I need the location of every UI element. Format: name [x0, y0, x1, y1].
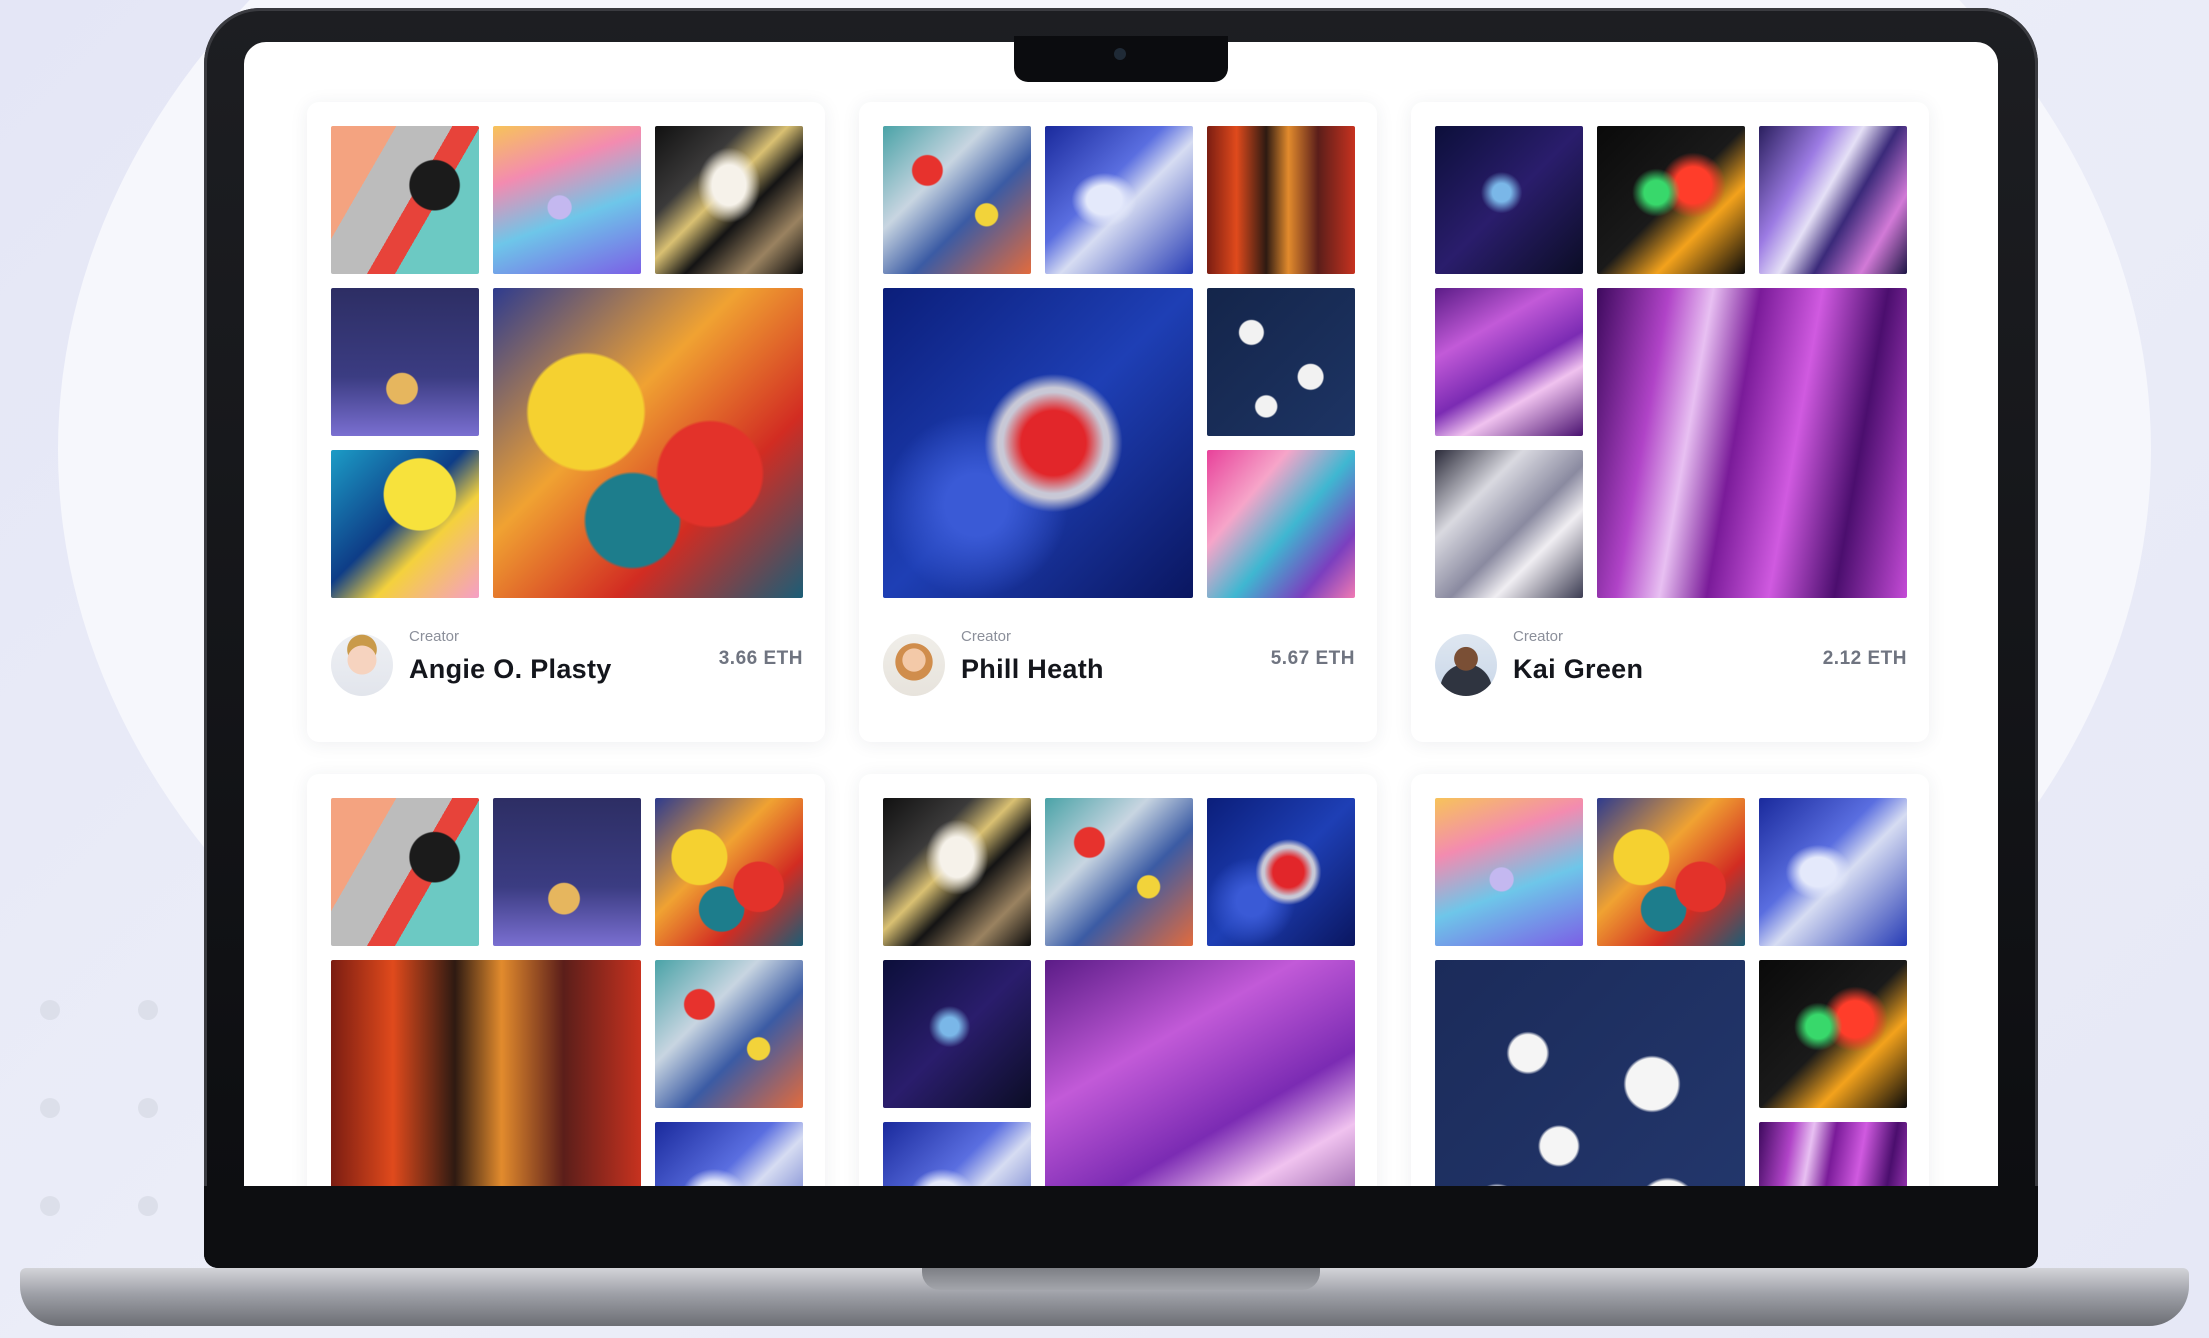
artwork-thumbnail[interactable] — [1597, 126, 1745, 274]
price: 3.66 ETH — [718, 648, 803, 669]
artwork-thumbnail[interactable] — [883, 126, 1031, 274]
artwork-thumbnail[interactable] — [1759, 798, 1907, 946]
creator-name[interactable]: Phill Heath — [961, 654, 1104, 685]
collection-card-kai[interactable]: Creator Kai Green 2.12 ETH — [1411, 102, 1929, 742]
artwork-thumbnail[interactable] — [883, 798, 1031, 946]
artwork-thumbnail[interactable] — [493, 126, 641, 274]
collection-card[interactable] — [307, 774, 825, 1186]
artwork-thumbnail[interactable] — [1207, 126, 1355, 274]
creator-row: Creator Phill Heath 5.67 ETH — [883, 626, 1355, 696]
artwork-featured[interactable] — [1597, 288, 1907, 598]
collection-card-phill[interactable]: Creator Phill Heath 5.67 ETH — [859, 102, 1377, 742]
artwork-mosaic — [883, 798, 1355, 1186]
artwork-thumbnail[interactable] — [1597, 798, 1745, 946]
creator-label: Creator — [409, 628, 460, 645]
creator-label: Creator — [961, 628, 1012, 645]
screen-bottom-bezel — [204, 1186, 2038, 1268]
artwork-thumbnail[interactable] — [331, 798, 479, 946]
collection-card-angie[interactable]: Creator Angie O. Plasty 3.66 ETH — [307, 102, 825, 742]
creator-label: Creator — [1513, 628, 1564, 645]
artwork-thumbnail[interactable] — [1045, 798, 1193, 946]
artwork-thumbnail[interactable] — [1435, 450, 1583, 598]
artwork-mosaic — [1435, 798, 1907, 1186]
artwork-featured[interactable] — [331, 960, 641, 1186]
artwork-thumbnail[interactable] — [1759, 126, 1907, 274]
artwork-thumbnail[interactable] — [331, 450, 479, 598]
artwork-thumbnail[interactable] — [331, 288, 479, 436]
artwork-thumbnail[interactable] — [1045, 126, 1193, 274]
creator-row: Creator Kai Green 2.12 ETH — [1435, 626, 1907, 696]
laptop-screen: Creator Angie O. Plasty 3.66 ETH Creator… — [244, 42, 1998, 1186]
artwork-thumbnail[interactable] — [1435, 798, 1583, 946]
artwork-thumbnail[interactable] — [883, 960, 1031, 1108]
laptop-opening-groove — [922, 1268, 1320, 1290]
artwork-thumbnail[interactable] — [331, 126, 479, 274]
artwork-thumbnail[interactable] — [655, 960, 803, 1108]
artwork-featured[interactable] — [1045, 960, 1355, 1186]
artwork-featured[interactable] — [493, 288, 803, 598]
man-avatar-icon[interactable] — [1435, 634, 1497, 696]
artwork-thumbnail[interactable] — [1435, 288, 1583, 436]
artwork-thumbnail[interactable] — [655, 126, 803, 274]
artwork-thumbnail[interactable] — [1759, 960, 1907, 1108]
artwork-mosaic — [331, 798, 803, 1186]
artwork-thumbnail[interactable] — [1207, 798, 1355, 946]
woman-avatar-icon[interactable] — [331, 634, 393, 696]
collection-card[interactable] — [859, 774, 1377, 1186]
price: 5.67 ETH — [1270, 648, 1355, 669]
artwork-mosaic — [331, 126, 803, 598]
artwork-featured[interactable] — [883, 288, 1193, 598]
camera-icon — [1114, 48, 1126, 60]
woman-avatar-icon[interactable] — [883, 634, 945, 696]
camera-notch — [1014, 36, 1228, 82]
artwork-thumbnail[interactable] — [1207, 288, 1355, 436]
artwork-thumbnail[interactable] — [493, 798, 641, 946]
artwork-thumbnail[interactable] — [1435, 126, 1583, 274]
artwork-thumbnail[interactable] — [883, 1122, 1031, 1186]
creator-name[interactable]: Angie O. Plasty — [409, 654, 612, 685]
artwork-thumbnail[interactable] — [1207, 450, 1355, 598]
collection-card[interactable] — [1411, 774, 1929, 1186]
artwork-mosaic — [1435, 126, 1907, 598]
artwork-featured[interactable] — [1435, 960, 1745, 1186]
creator-name[interactable]: Kai Green — [1513, 654, 1643, 685]
artwork-thumbnail[interactable] — [655, 1122, 803, 1186]
artwork-mosaic — [883, 126, 1355, 598]
creator-row: Creator Angie O. Plasty 3.66 ETH — [331, 626, 803, 696]
artwork-thumbnail[interactable] — [655, 798, 803, 946]
price: 2.12 ETH — [1822, 648, 1907, 669]
artwork-thumbnail[interactable] — [1759, 1122, 1907, 1186]
